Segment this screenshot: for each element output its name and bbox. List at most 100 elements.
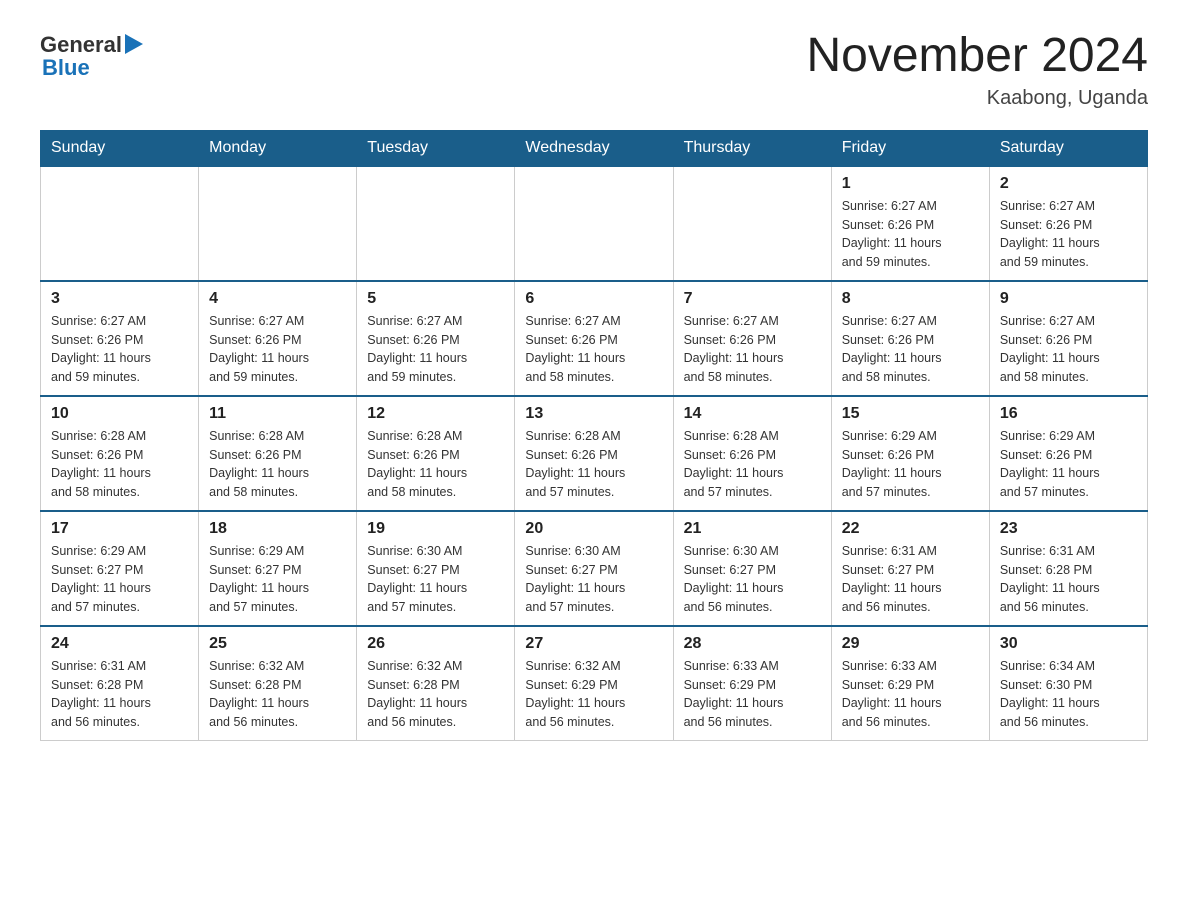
page-header: General Blue November 2024 Kaabong, Ugan…	[40, 30, 1148, 110]
day-number: 25	[209, 635, 346, 653]
day-number: 22	[842, 520, 979, 538]
calendar-cell: 10 Sunrise: 6:28 AMSunset: 6:26 PMDayligh…	[41, 396, 199, 511]
weekday-header-thursday: Thursday	[673, 130, 831, 166]
day-number: 10	[51, 405, 188, 423]
calendar-cell: 26Sunrise: 6:32 AMSunset: 6:28 PMDayligh…	[357, 626, 515, 741]
day-info: Sunrise: 6:28 AMSunset: 6:26 PMDaylight:…	[51, 427, 188, 502]
day-info: Sunrise: 6:34 AMSunset: 6:30 PMDaylight:…	[1000, 657, 1137, 732]
day-info: Sunrise: 6:30 AMSunset: 6:27 PMDaylight:…	[367, 542, 504, 617]
day-number: 17	[51, 520, 188, 538]
calendar-cell: 2 Sunrise: 6:27 AMSunset: 6:26 PMDaylight…	[989, 166, 1147, 281]
calendar-cell: 24 Sunrise: 6:31 AMSunset: 6:28 PMDayligh…	[41, 626, 199, 741]
day-info: Sunrise: 6:29 AMSunset: 6:26 PMDaylight:…	[1000, 427, 1137, 502]
day-info: Sunrise: 6:31 AMSunset: 6:28 PMDaylight:…	[1000, 542, 1137, 617]
day-info: Sunrise: 6:30 AMSunset: 6:27 PMDaylight:…	[684, 542, 821, 617]
day-info: Sunrise: 6:29 AMSunset: 6:27 PMDaylight:…	[51, 542, 188, 617]
day-info: Sunrise: 6:29 AMSunset: 6:27 PMDaylight:…	[209, 542, 346, 617]
calendar-cell: 20 Sunrise: 6:30 AMSunset: 6:27 PMDayligh…	[515, 511, 673, 626]
day-info: Sunrise: 6:28 AMSunset: 6:26 PMDaylight:…	[684, 427, 821, 502]
day-info: Sunrise: 6:28 AMSunset: 6:26 PMDaylight:…	[367, 427, 504, 502]
calendar-cell: 4 Sunrise: 6:27 AMSunset: 6:26 PMDaylight…	[199, 281, 357, 396]
day-info: Sunrise: 6:27 AMSunset: 6:26 PMDaylight:…	[842, 197, 979, 272]
calendar-cell: 14 Sunrise: 6:28 AMSunset: 6:26 PMDayligh…	[673, 396, 831, 511]
day-info: Sunrise: 6:27 AMSunset: 6:26 PMDaylight:…	[525, 312, 662, 387]
week-row-2: 3 Sunrise: 6:27 AMSunset: 6:26 PMDaylight…	[41, 281, 1148, 396]
day-number: 9	[1000, 290, 1137, 308]
day-info: Sunrise: 6:32 AMSunset: 6:28 PMDaylight:…	[209, 657, 346, 732]
day-number: 1	[842, 175, 979, 193]
month-year-title: November 2024	[806, 30, 1148, 83]
calendar-cell: 19 Sunrise: 6:30 AMSunset: 6:27 PMDayligh…	[357, 511, 515, 626]
calendar-cell: 22Sunrise: 6:31 AMSunset: 6:27 PMDayligh…	[831, 511, 989, 626]
calendar-cell: 28Sunrise: 6:33 AMSunset: 6:29 PMDayligh…	[673, 626, 831, 741]
day-number: 13	[525, 405, 662, 423]
day-number: 6	[525, 290, 662, 308]
day-info: Sunrise: 6:27 AMSunset: 6:26 PMDaylight:…	[51, 312, 188, 387]
calendar-cell: 9 Sunrise: 6:27 AMSunset: 6:26 PMDaylight…	[989, 281, 1147, 396]
calendar-cell: 1 Sunrise: 6:27 AMSunset: 6:26 PMDaylight…	[831, 166, 989, 281]
location-label: Kaabong, Uganda	[806, 87, 1148, 110]
calendar-cell: 8Sunrise: 6:27 AMSunset: 6:26 PMDaylight…	[831, 281, 989, 396]
day-info: Sunrise: 6:28 AMSunset: 6:26 PMDaylight:…	[209, 427, 346, 502]
calendar-cell: 29 Sunrise: 6:33 AMSunset: 6:29 PMDayligh…	[831, 626, 989, 741]
calendar-cell	[357, 166, 515, 281]
day-number: 14	[684, 405, 821, 423]
day-number: 7	[684, 290, 821, 308]
weekday-header-monday: Monday	[199, 130, 357, 166]
day-info: Sunrise: 6:27 AMSunset: 6:26 PMDaylight:…	[684, 312, 821, 387]
day-info: Sunrise: 6:27 AMSunset: 6:26 PMDaylight:…	[209, 312, 346, 387]
calendar-table: SundayMondayTuesdayWednesdayThursdayFrid…	[40, 130, 1148, 741]
day-number: 4	[209, 290, 346, 308]
calendar-cell: 23Sunrise: 6:31 AMSunset: 6:28 PMDayligh…	[989, 511, 1147, 626]
week-row-1: 1 Sunrise: 6:27 AMSunset: 6:26 PMDaylight…	[41, 166, 1148, 281]
day-info: Sunrise: 6:32 AMSunset: 6:28 PMDaylight:…	[367, 657, 504, 732]
day-number: 20	[525, 520, 662, 538]
week-row-5: 24 Sunrise: 6:31 AMSunset: 6:28 PMDayligh…	[41, 626, 1148, 741]
weekday-header-row: SundayMondayTuesdayWednesdayThursdayFrid…	[41, 130, 1148, 166]
calendar-cell: 17 Sunrise: 6:29 AMSunset: 6:27 PMDayligh…	[41, 511, 199, 626]
logo-general-text: General	[40, 32, 122, 58]
day-info: Sunrise: 6:29 AMSunset: 6:26 PMDaylight:…	[842, 427, 979, 502]
calendar-cell: 30Sunrise: 6:34 AMSunset: 6:30 PMDayligh…	[989, 626, 1147, 741]
logo: General Blue	[40, 30, 143, 81]
day-info: Sunrise: 6:33 AMSunset: 6:29 PMDaylight:…	[684, 657, 821, 732]
calendar-cell: 15 Sunrise: 6:29 AMSunset: 6:26 PMDayligh…	[831, 396, 989, 511]
calendar-cell: 5 Sunrise: 6:27 AMSunset: 6:26 PMDaylight…	[357, 281, 515, 396]
day-number: 19	[367, 520, 504, 538]
day-number: 15	[842, 405, 979, 423]
day-number: 24	[51, 635, 188, 653]
weekday-header-tuesday: Tuesday	[357, 130, 515, 166]
day-info: Sunrise: 6:27 AMSunset: 6:26 PMDaylight:…	[1000, 312, 1137, 387]
day-info: Sunrise: 6:32 AMSunset: 6:29 PMDaylight:…	[525, 657, 662, 732]
day-info: Sunrise: 6:28 AMSunset: 6:26 PMDaylight:…	[525, 427, 662, 502]
calendar-cell: 7 Sunrise: 6:27 AMSunset: 6:26 PMDaylight…	[673, 281, 831, 396]
day-info: Sunrise: 6:30 AMSunset: 6:27 PMDaylight:…	[525, 542, 662, 617]
day-info: Sunrise: 6:31 AMSunset: 6:28 PMDaylight:…	[51, 657, 188, 732]
day-info: Sunrise: 6:27 AMSunset: 6:26 PMDaylight:…	[367, 312, 504, 387]
day-number: 5	[367, 290, 504, 308]
day-info: Sunrise: 6:27 AMSunset: 6:26 PMDaylight:…	[842, 312, 979, 387]
calendar-cell: 6 Sunrise: 6:27 AMSunset: 6:26 PMDaylight…	[515, 281, 673, 396]
day-number: 16	[1000, 405, 1137, 423]
weekday-header-friday: Friday	[831, 130, 989, 166]
week-row-4: 17 Sunrise: 6:29 AMSunset: 6:27 PMDayligh…	[41, 511, 1148, 626]
day-number: 2	[1000, 175, 1137, 193]
day-number: 3	[51, 290, 188, 308]
week-row-3: 10 Sunrise: 6:28 AMSunset: 6:26 PMDayligh…	[41, 396, 1148, 511]
day-info: Sunrise: 6:27 AMSunset: 6:26 PMDaylight:…	[1000, 197, 1137, 272]
day-number: 29	[842, 635, 979, 653]
calendar-cell: 13 Sunrise: 6:28 AMSunset: 6:26 PMDayligh…	[515, 396, 673, 511]
weekday-header-sunday: Sunday	[41, 130, 199, 166]
calendar-cell: 12Sunrise: 6:28 AMSunset: 6:26 PMDayligh…	[357, 396, 515, 511]
calendar-cell: 16 Sunrise: 6:29 AMSunset: 6:26 PMDayligh…	[989, 396, 1147, 511]
calendar-cell	[515, 166, 673, 281]
calendar-cell: 11Sunrise: 6:28 AMSunset: 6:26 PMDayligh…	[199, 396, 357, 511]
day-number: 18	[209, 520, 346, 538]
day-info: Sunrise: 6:33 AMSunset: 6:29 PMDaylight:…	[842, 657, 979, 732]
day-number: 21	[684, 520, 821, 538]
calendar-cell: 21 Sunrise: 6:30 AMSunset: 6:27 PMDayligh…	[673, 511, 831, 626]
day-number: 27	[525, 635, 662, 653]
calendar-cell	[199, 166, 357, 281]
weekday-header-wednesday: Wednesday	[515, 130, 673, 166]
weekday-header-saturday: Saturday	[989, 130, 1147, 166]
